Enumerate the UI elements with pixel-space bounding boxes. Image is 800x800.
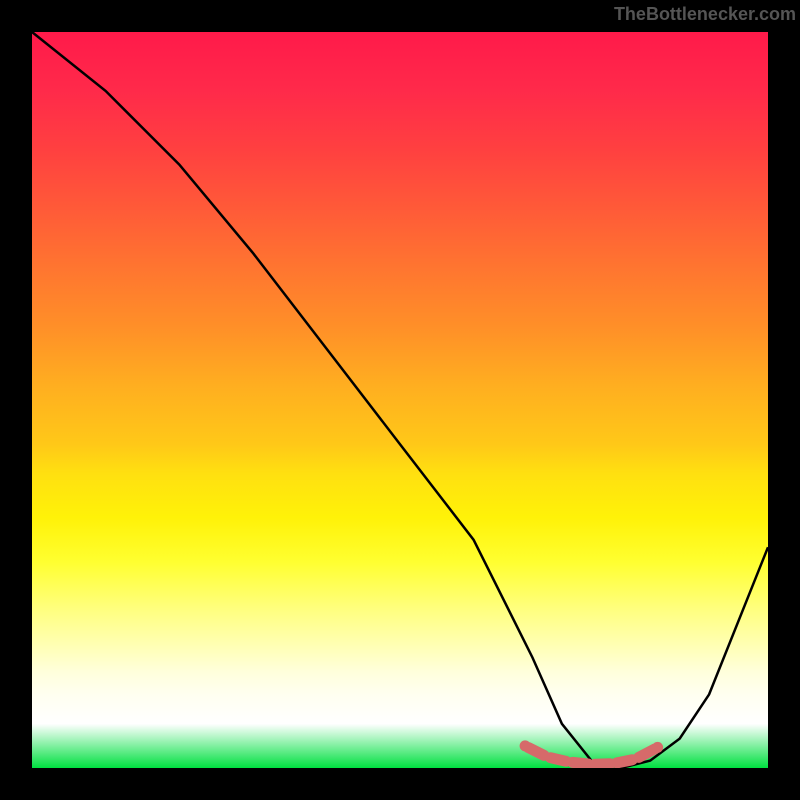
attribution-text: TheBottlenecker.com	[614, 4, 796, 25]
optimal-marker	[617, 760, 632, 763]
optimal-range-markers	[520, 740, 664, 764]
optimal-marker	[573, 762, 588, 764]
chart-svg	[32, 32, 768, 768]
optimal-marker	[639, 749, 655, 757]
optimal-marker-end	[652, 742, 663, 753]
optimal-marker-end	[520, 740, 531, 751]
chart-area	[32, 32, 768, 768]
optimal-marker	[528, 748, 544, 756]
bottleneck-curve	[32, 32, 768, 768]
optimal-marker	[551, 758, 567, 762]
optimal-marker	[595, 764, 610, 765]
